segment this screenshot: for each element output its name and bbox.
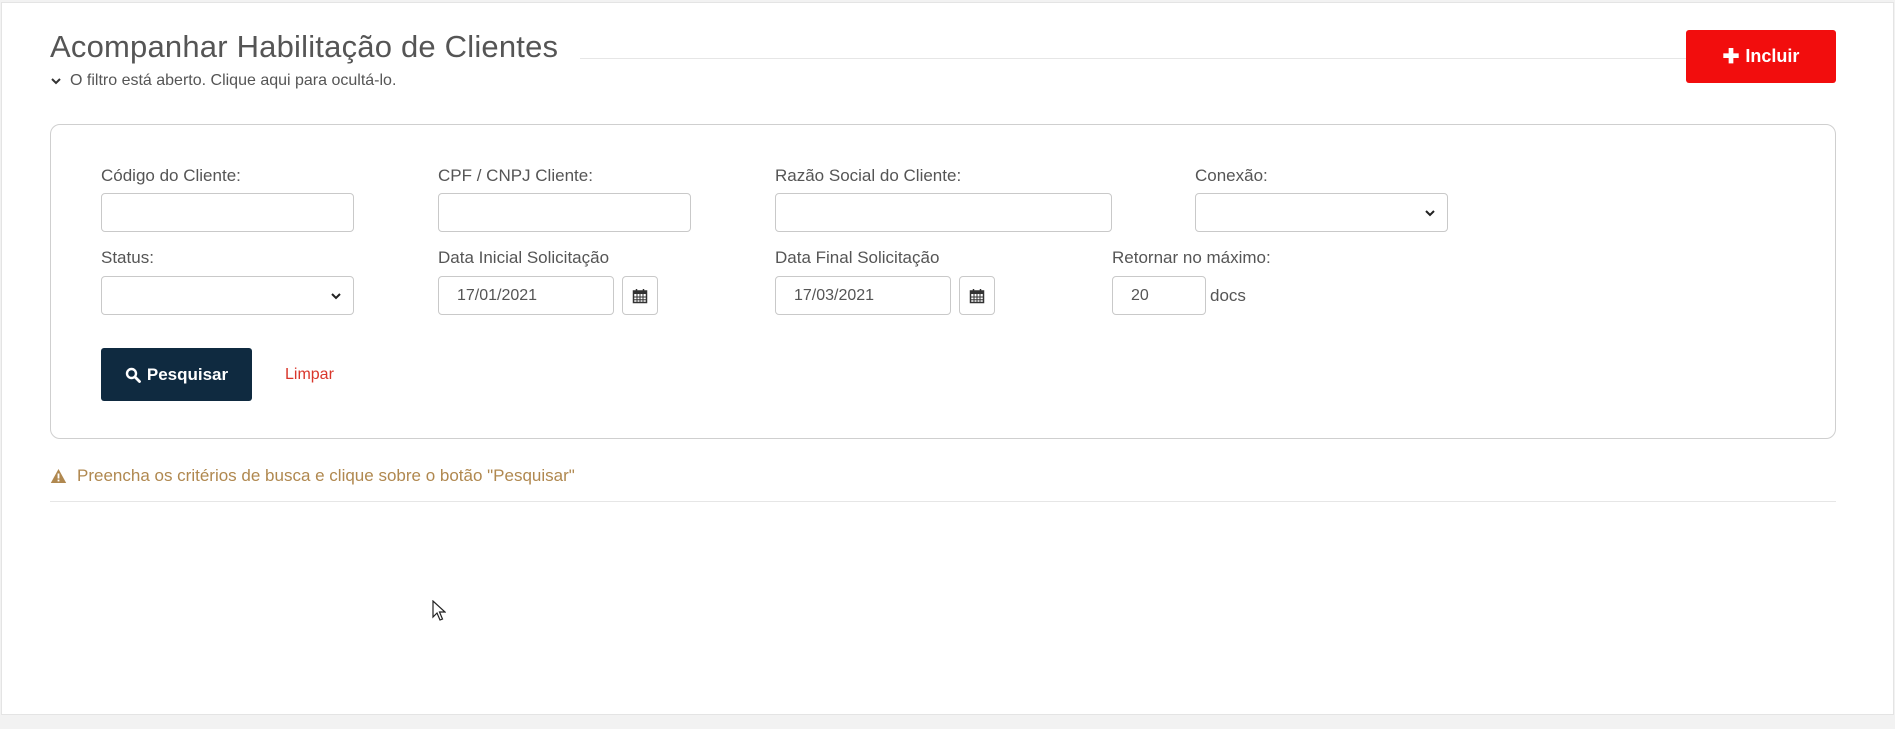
data-inicial-label: Data Inicial Solicitação: [438, 248, 610, 267]
max-results-unit: docs: [1210, 286, 1246, 305]
filter-toggle[interactable]: O filtro está aberto. Clique aqui para o…: [50, 72, 396, 90]
razao-social-input[interactable]: [775, 193, 1112, 232]
codigo-cliente-input[interactable]: [101, 193, 354, 232]
cpf-cnpj-label: CPF / CNPJ Cliente:: [438, 166, 593, 185]
conexao-select[interactable]: [1195, 193, 1448, 232]
results-divider: [50, 501, 1836, 502]
chevron-down-icon: [331, 292, 341, 299]
max-results-input[interactable]: 20: [1112, 276, 1206, 315]
cpf-cnpj-input[interactable]: [438, 193, 691, 232]
clear-link[interactable]: Limpar: [285, 366, 334, 384]
title-divider: [580, 58, 1688, 59]
data-final-input[interactable]: 17/03/2021: [775, 276, 951, 315]
page-title: Acompanhar Habilitação de Clientes: [50, 29, 559, 64]
filter-toggle-label: O filtro está aberto. Clique aqui para o…: [70, 72, 397, 89]
include-button[interactable]: ✚ Incluir: [1686, 30, 1836, 83]
chevron-down-icon: [1425, 209, 1435, 216]
status-label: Status:: [101, 248, 154, 267]
chevron-down-icon: [51, 78, 61, 85]
max-results-label: Retornar no máximo:: [1112, 248, 1271, 267]
conexao-label: Conexão:: [1195, 166, 1268, 185]
plus-icon: ✚: [1722, 45, 1740, 68]
calendar-icon: [632, 288, 648, 303]
mouse-cursor-icon: [432, 600, 446, 621]
codigo-cliente-label: Código do Cliente:: [101, 166, 241, 185]
razao-social-label: Razão Social do Cliente:: [775, 166, 962, 185]
search-icon: [125, 367, 141, 383]
search-hint-text: Preencha os critérios de busca e clique …: [77, 466, 575, 485]
warning-icon: [50, 469, 67, 483]
include-button-label: Incluir: [1745, 46, 1800, 66]
search-button[interactable]: Pesquisar: [101, 348, 252, 401]
search-button-label: Pesquisar: [146, 364, 229, 384]
search-hint-message: Preencha os critérios de busca e clique …: [50, 466, 575, 486]
data-final-calendar-button[interactable]: [959, 276, 995, 315]
data-inicial-input[interactable]: 17/01/2021: [438, 276, 614, 315]
status-select[interactable]: [101, 276, 354, 315]
data-final-label: Data Final Solicitação: [775, 248, 940, 267]
data-inicial-calendar-button[interactable]: [622, 276, 658, 315]
calendar-icon: [969, 288, 985, 303]
page-container: Acompanhar Habilitação de Clientes O fil…: [1, 2, 1894, 715]
